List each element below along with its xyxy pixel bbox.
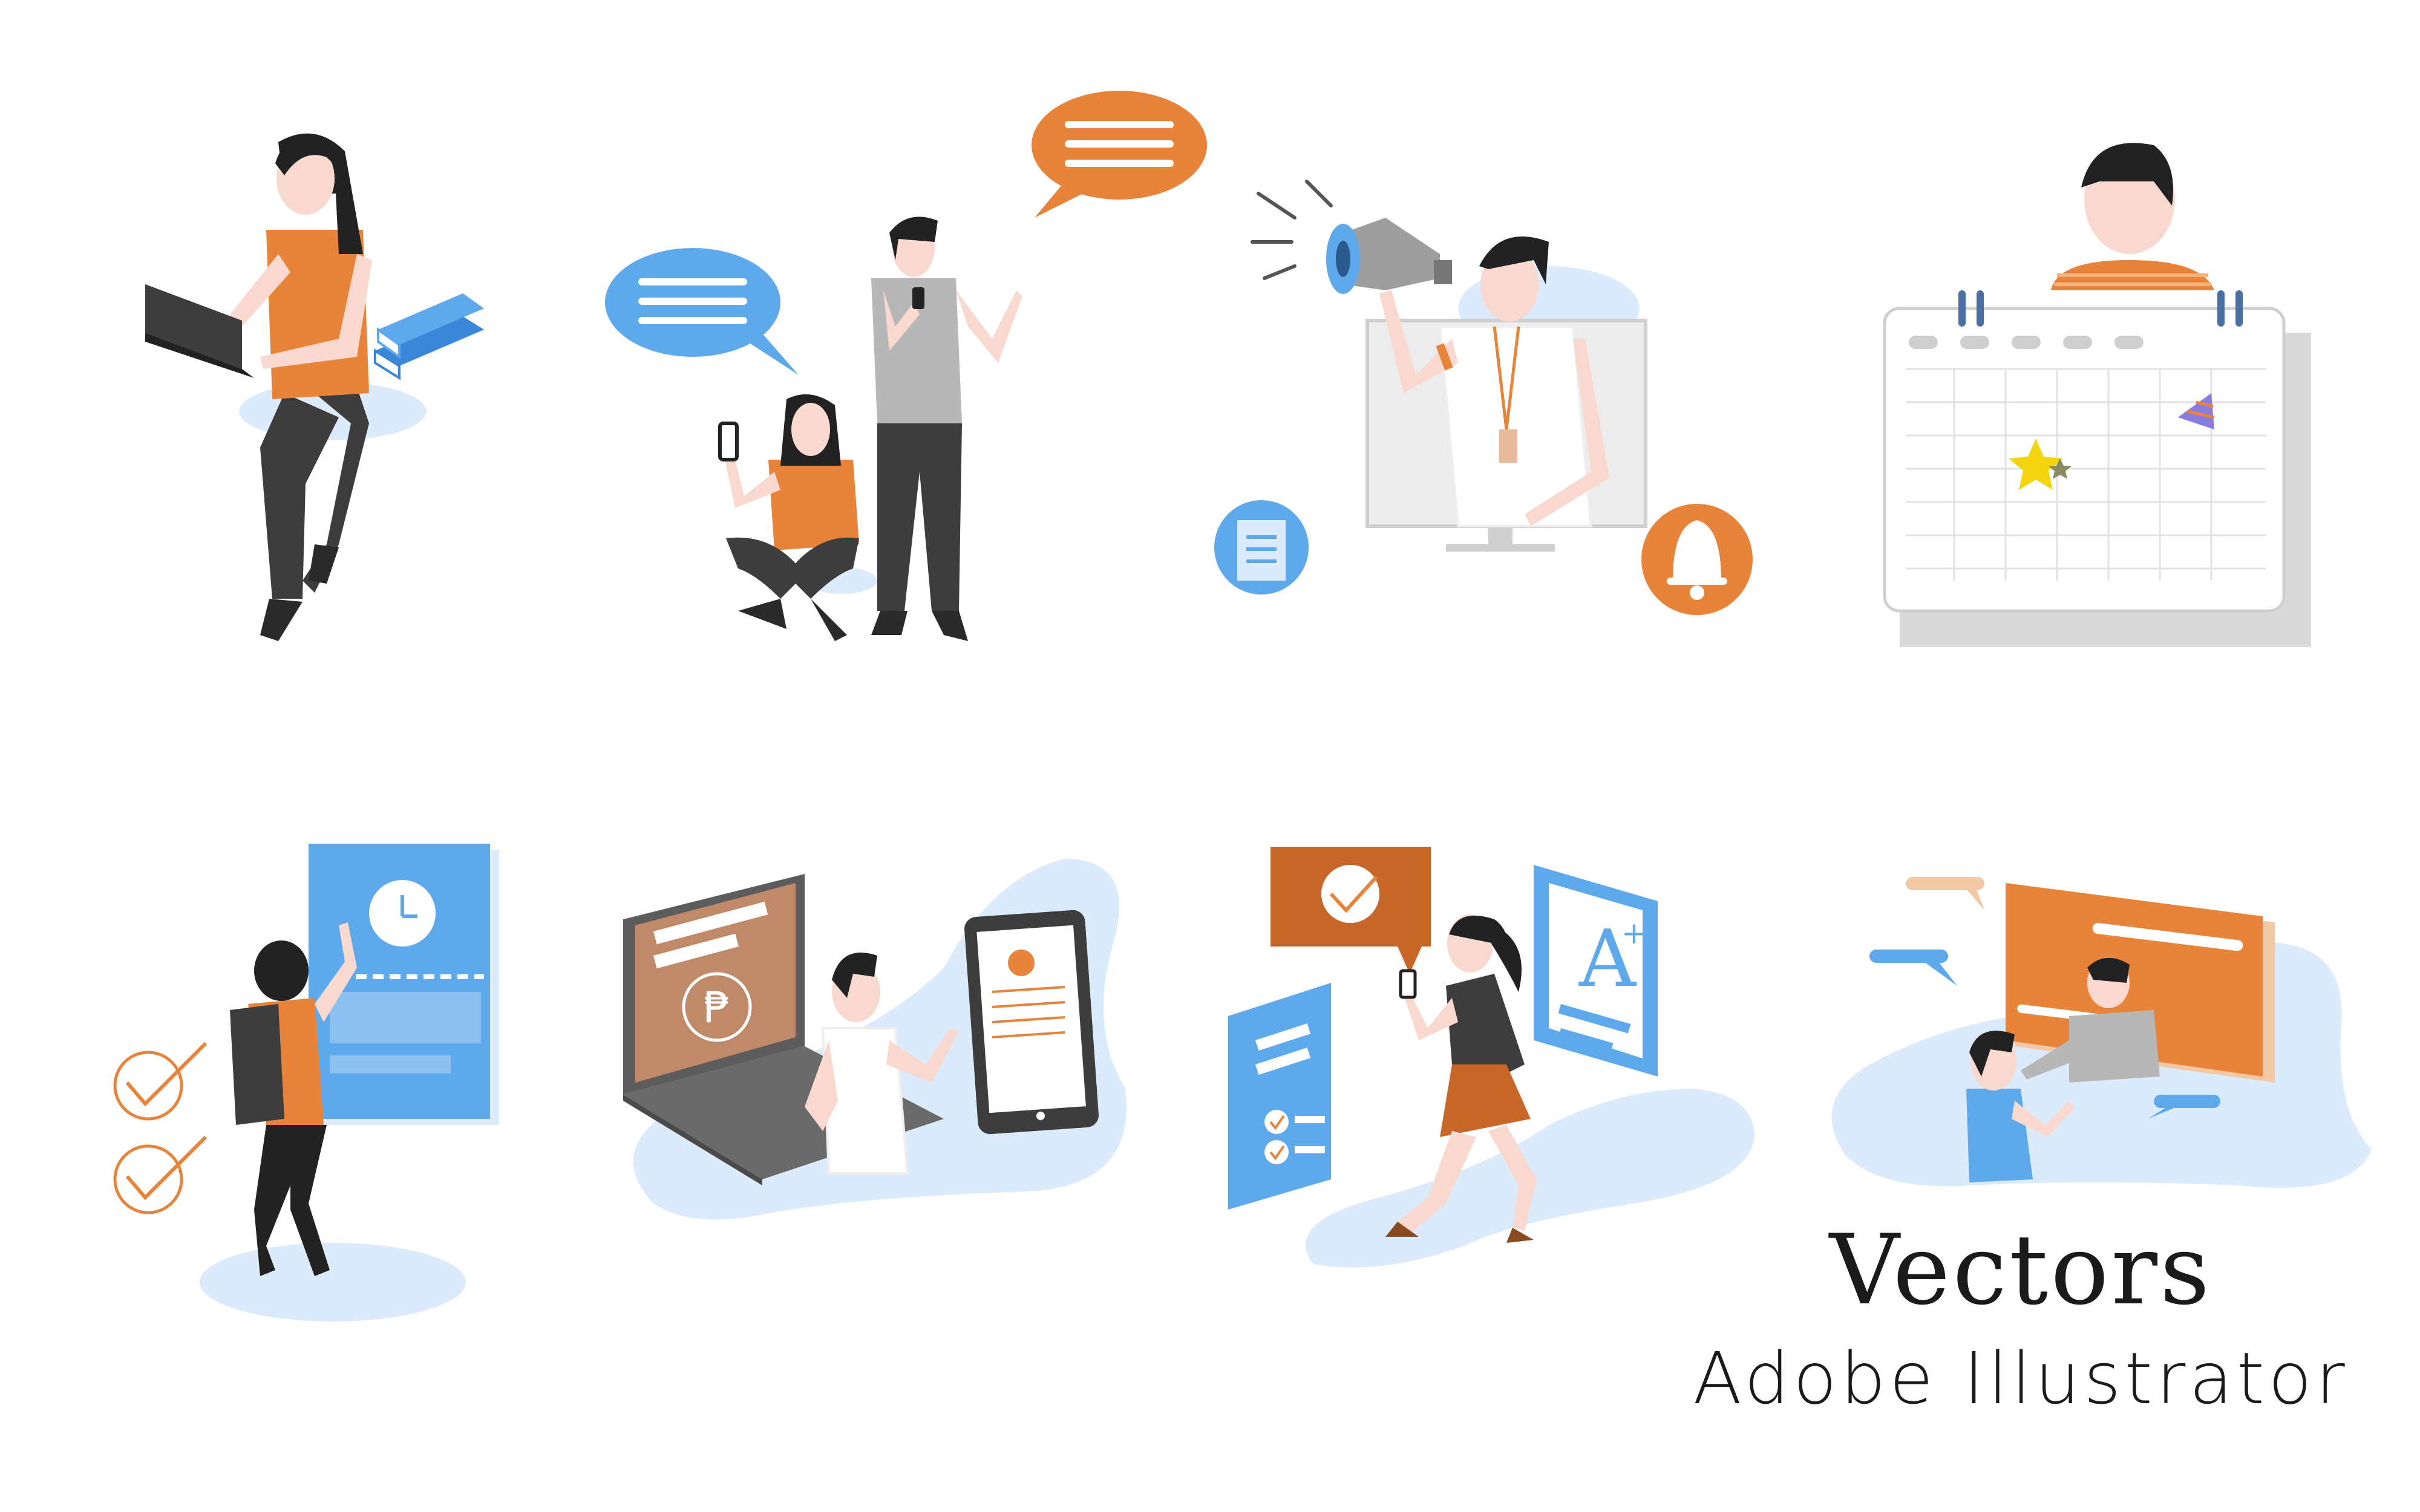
- svg-text:₱: ₱: [704, 983, 731, 1032]
- laptop-icon: [145, 284, 254, 378]
- online-payment: ₱: [623, 859, 1127, 1220]
- chat-conversation: [605, 91, 1207, 641]
- calendar-icon: [1883, 290, 2311, 647]
- student-with-laptop: [145, 133, 484, 641]
- caption: Vectors Adobe Illustrator: [1682, 1213, 2360, 1420]
- calendar-schedule: [1883, 143, 2311, 647]
- bell-icon: [1641, 504, 1753, 615]
- check-circle-icon: [113, 1041, 208, 1121]
- check-circle-icon: [113, 1135, 208, 1214]
- a-plus-icon: A +: [1534, 865, 1658, 1077]
- check-badge-icon: [1270, 847, 1431, 974]
- caption-title: Vectors: [1829, 1213, 2212, 1326]
- speech-bubble-icon: [1906, 877, 1984, 910]
- deadline-checklist: [113, 844, 499, 1321]
- phone-icon: [912, 287, 924, 309]
- caption-subtitle: Adobe Illustrator: [1693, 1337, 2349, 1420]
- svg-text:+: +: [1621, 916, 1647, 951]
- phone-icon: [718, 422, 739, 461]
- clock-icon: [369, 880, 436, 947]
- speech-bubble-icon: [1869, 950, 1957, 986]
- speech-bubble-icon: [1032, 91, 1207, 218]
- books-icon: [374, 293, 484, 380]
- tablet-icon: [964, 910, 1099, 1135]
- announcement: [1214, 180, 1753, 615]
- grades-report: A +: [1228, 847, 1754, 1268]
- megaphone-icon: [1251, 180, 1452, 294]
- consultation: [1831, 877, 2372, 1188]
- speech-bubble-icon: [605, 248, 799, 375]
- checklist-icon: [1228, 983, 1331, 1210]
- document-icon: [1214, 500, 1309, 595]
